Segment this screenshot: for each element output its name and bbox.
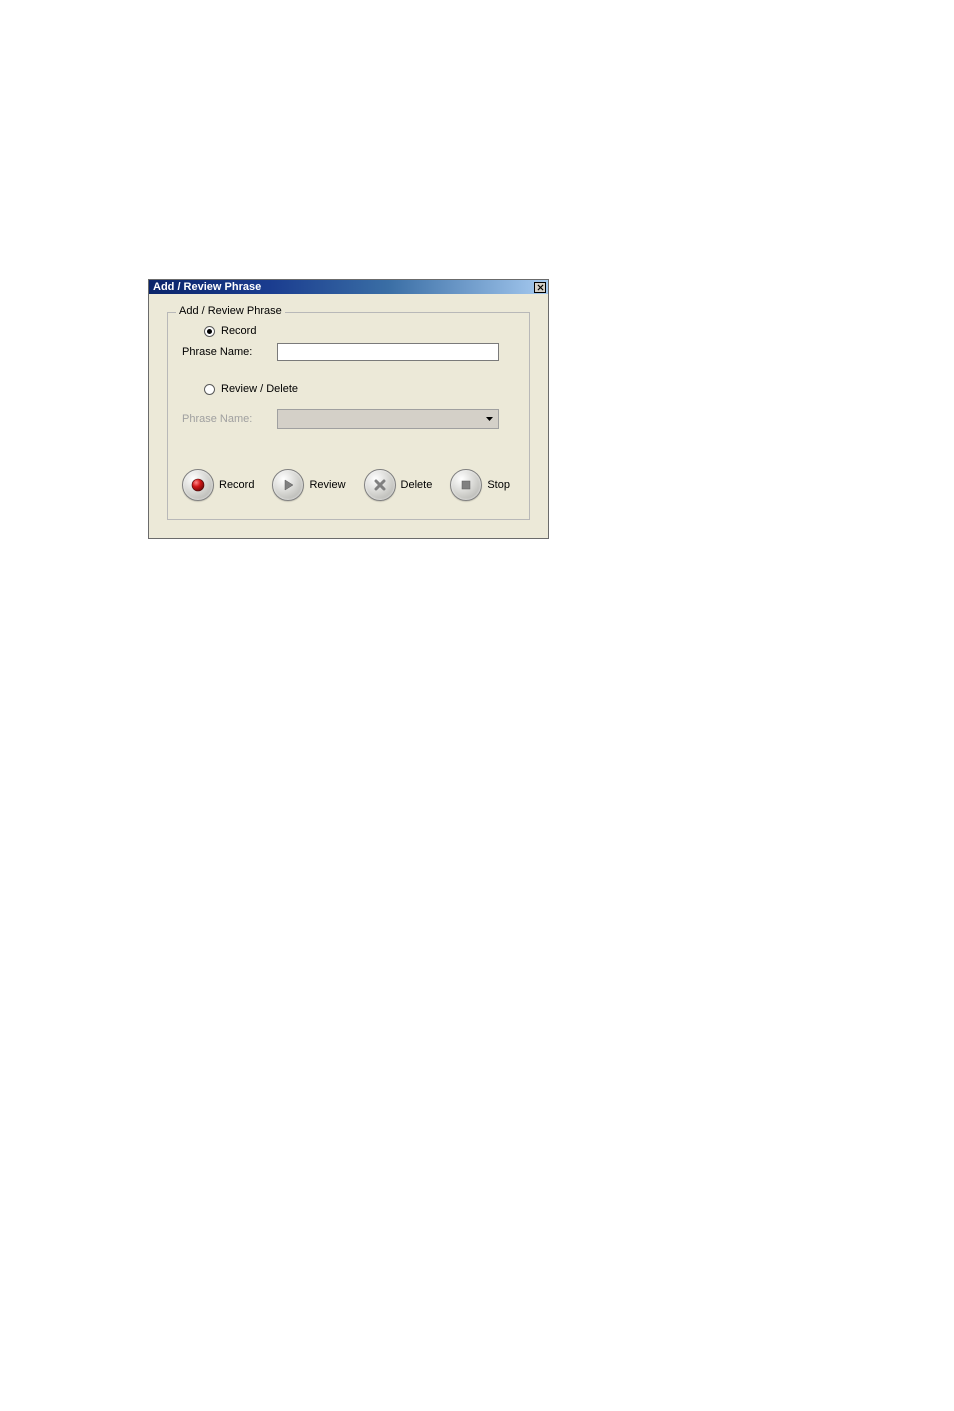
record-button-label: Record (219, 479, 254, 491)
review-button[interactable]: Review (272, 469, 345, 501)
stop-button[interactable]: Stop (450, 469, 510, 501)
radio-record-label: Record (221, 325, 256, 337)
x-icon (372, 477, 388, 493)
dialog-window: Add / Review Phrase Add / Review Phrase … (148, 279, 549, 539)
review-icon-wrap (272, 469, 304, 501)
close-icon (537, 284, 544, 291)
combo-review-phrase-name[interactable] (277, 409, 499, 429)
form-row-review-name: Phrase Name: (182, 409, 515, 429)
delete-button-label: Delete (401, 479, 433, 491)
client-area: Add / Review Phrase Record Phrase Name: … (149, 294, 548, 538)
radio-row-record[interactable]: Record (204, 325, 515, 337)
button-row: Record Review (182, 469, 515, 501)
play-icon (280, 477, 296, 493)
window-title: Add / Review Phrase (153, 280, 261, 294)
groupbox-add-review-phrase: Add / Review Phrase Record Phrase Name: … (167, 312, 530, 520)
groupbox-legend: Add / Review Phrase (176, 305, 285, 317)
radio-record[interactable] (204, 326, 215, 337)
label-review-phrase-name: Phrase Name: (182, 413, 277, 425)
stop-button-label: Stop (487, 479, 510, 491)
chevron-down-icon (486, 417, 493, 421)
record-icon-wrap (182, 469, 214, 501)
delete-icon-wrap (364, 469, 396, 501)
review-button-label: Review (309, 479, 345, 491)
titlebar: Add / Review Phrase (149, 280, 548, 294)
stop-icon-wrap (450, 469, 482, 501)
radio-row-review-delete[interactable]: Review / Delete (204, 383, 515, 395)
stop-icon (458, 477, 474, 493)
label-record-phrase-name: Phrase Name: (182, 346, 277, 358)
form-row-record-name: Phrase Name: (182, 343, 515, 361)
close-button[interactable] (534, 282, 546, 293)
record-button[interactable]: Record (182, 469, 254, 501)
combo-arrow[interactable] (481, 411, 497, 427)
input-record-phrase-name[interactable] (277, 343, 499, 361)
radio-review-delete[interactable] (204, 384, 215, 395)
radio-review-delete-label: Review / Delete (221, 383, 298, 395)
delete-button[interactable]: Delete (364, 469, 433, 501)
record-icon (190, 477, 206, 493)
